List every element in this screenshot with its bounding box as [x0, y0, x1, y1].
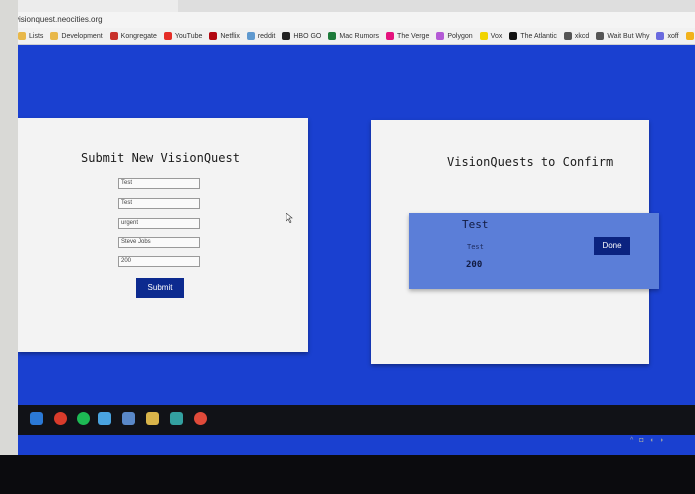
vox-icon	[479, 32, 488, 40]
taskbar	[18, 405, 695, 435]
kotaku-icon	[685, 32, 694, 40]
bookmark-item[interactable]: The Verge	[386, 32, 429, 40]
bookmark-item[interactable]: Lists	[18, 32, 43, 40]
bookmark-item[interactable]: Kotal	[685, 32, 695, 40]
app-icon[interactable]	[122, 412, 135, 425]
quest-assignee-field[interactable]: Steve Jobs	[118, 237, 200, 248]
screen: visionquest.neocities.org Lists Developme…	[18, 0, 695, 455]
browser-titlebar	[18, 0, 695, 12]
quest-card-description: Test	[467, 243, 484, 251]
bookmark-label: Mac Rumors	[339, 32, 380, 40]
checkmark-icon[interactable]	[98, 412, 111, 425]
spotify-icon[interactable]	[77, 412, 90, 425]
bookmark-label: xkcd	[574, 32, 590, 40]
bookmark-item[interactable]: Polygon	[436, 32, 473, 40]
mouse-cursor-icon	[286, 213, 293, 223]
xoff-icon	[656, 32, 665, 40]
quest-priority-field[interactable]: urgent	[118, 218, 200, 229]
submit-panel: Submit New VisionQuest Test Test urgent …	[18, 118, 308, 352]
bookmark-item[interactable]: Vox	[479, 32, 503, 40]
verge-icon	[386, 32, 395, 40]
kongregate-icon	[109, 32, 118, 40]
bookmark-label: Development	[61, 32, 103, 40]
quest-card-title: Test	[462, 218, 489, 231]
hbo-icon	[282, 32, 291, 40]
folder-icon	[18, 32, 26, 40]
quest-card: Test Test 200 Done	[409, 213, 659, 289]
monitor-bezel-bottom	[0, 455, 695, 494]
chat-icon[interactable]	[170, 412, 183, 425]
quest-points-field[interactable]: 200	[118, 256, 200, 267]
browser-tab[interactable]	[18, 0, 178, 12]
netflix-icon	[209, 32, 218, 40]
bookmark-item[interactable]: YouTube	[163, 32, 203, 40]
quest-description-field[interactable]: Test	[118, 198, 200, 209]
bookmark-label: HBO GO	[293, 32, 322, 40]
bookmark-label: Kongregate	[120, 32, 157, 40]
address-bar[interactable]: visionquest.neocities.org	[18, 12, 695, 28]
bookmark-label: Wait But Why	[607, 32, 650, 40]
macrumors-icon	[328, 32, 337, 40]
submit-panel-title: Submit New VisionQuest	[81, 151, 240, 165]
reddit-icon	[246, 32, 255, 40]
bookmark-item[interactable]: Development	[50, 32, 103, 40]
url-text: visionquest.neocities.org	[18, 15, 103, 24]
bookmark-label: Vox	[490, 32, 503, 40]
quest-card-points: 200	[466, 260, 483, 270]
bookmark-label: YouTube	[174, 32, 203, 40]
system-tray-icons[interactable]: ^ ◘ ◖ ◗	[630, 437, 666, 444]
atlantic-icon	[509, 32, 518, 40]
bookmark-label: The Verge	[397, 32, 430, 40]
bookmark-label: Lists	[29, 32, 44, 40]
bookmark-item[interactable]: xkcd	[563, 32, 590, 40]
bookmark-item[interactable]: Mac Rumors	[328, 32, 379, 40]
bookmark-item[interactable]: The Atlantic	[509, 32, 557, 40]
bookmark-item[interactable]: HBO GO	[282, 32, 321, 40]
monitor-bezel-left	[0, 0, 18, 494]
polygon-icon	[436, 32, 445, 40]
bookmark-item[interactable]: xoff	[656, 32, 679, 40]
youtube-icon	[163, 32, 172, 40]
bookmark-item[interactable]: Netflix	[209, 32, 240, 40]
quest-title-field[interactable]: Test	[118, 178, 200, 189]
bookmark-item[interactable]: Kongregate	[109, 32, 157, 40]
folder-icon	[50, 32, 59, 40]
bookmark-item[interactable]: Wait But Why	[596, 32, 649, 40]
bookmark-label: The Atlantic	[520, 32, 557, 40]
chrome-icon[interactable]	[54, 412, 67, 425]
bookmark-label: reddit	[257, 32, 276, 40]
bookmark-label: Polygon	[447, 32, 473, 40]
file-explorer-icon[interactable]	[146, 412, 159, 425]
bookmarks-bar: Lists Development Kongregate YouTube Netflix…	[18, 28, 695, 45]
bookmark-label: Netflix	[220, 32, 240, 40]
waitbutwhy-icon	[596, 32, 605, 40]
xkcd-icon	[563, 32, 572, 40]
done-button[interactable]: Done	[594, 237, 630, 255]
start-icon[interactable]	[30, 412, 43, 425]
confirm-panel: VisionQuests to Confirm Test Test 200 Do…	[371, 120, 659, 364]
confirm-panel-title: VisionQuests to Confirm	[447, 155, 614, 169]
bookmark-item[interactable]: reddit	[246, 32, 276, 40]
submit-button[interactable]: Submit	[136, 278, 184, 298]
bookmark-label: xoff	[667, 32, 679, 40]
chrome-icon[interactable]	[194, 412, 207, 425]
